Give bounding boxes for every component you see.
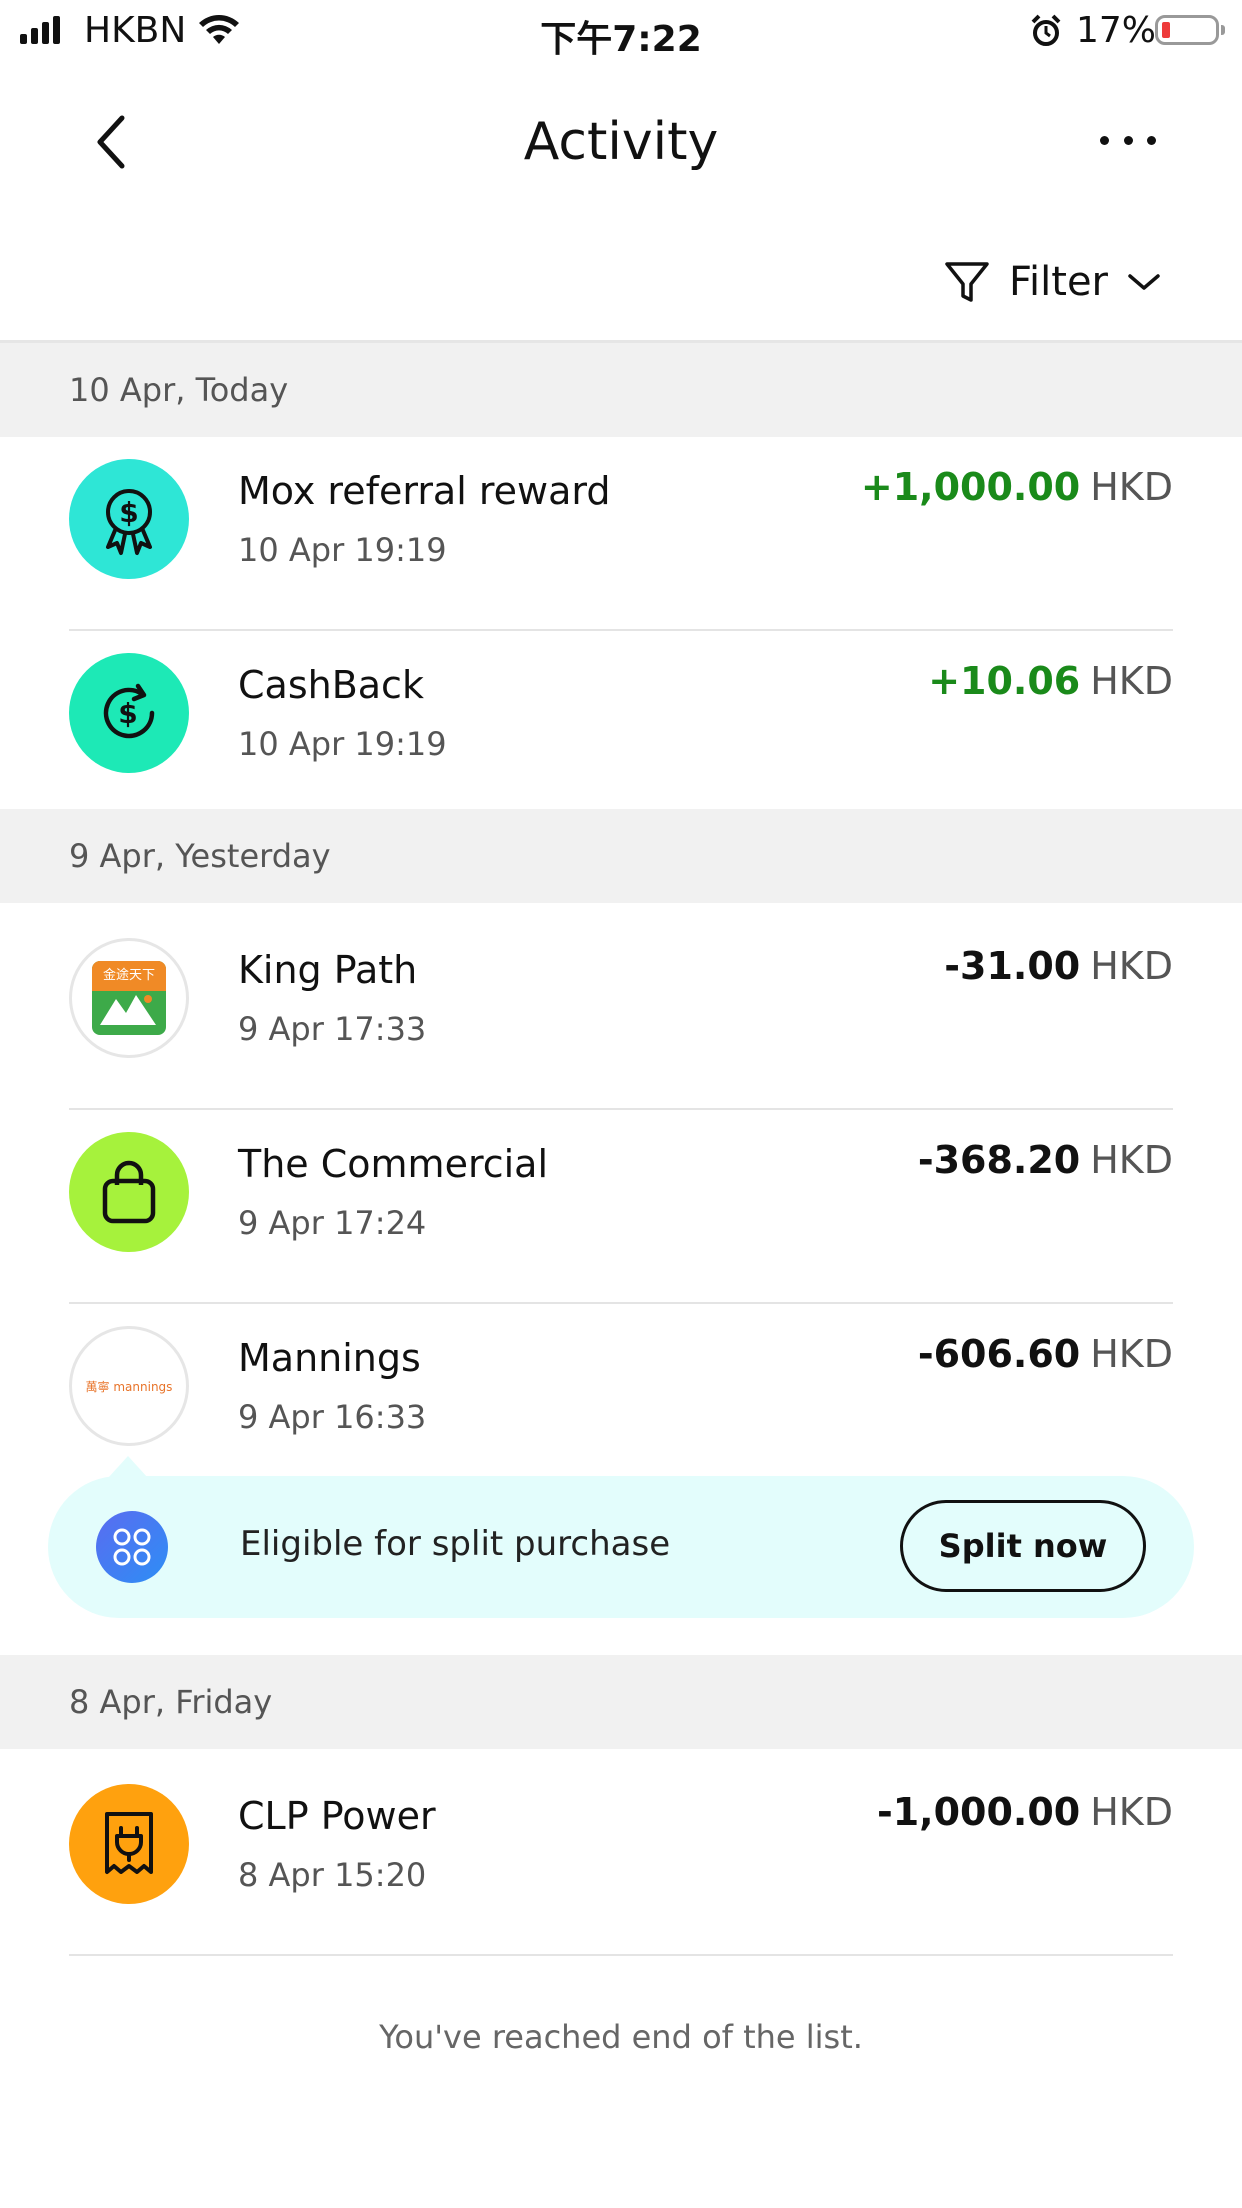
svg-text:$: $	[119, 496, 138, 529]
transaction-amount: -1,000.00 HKD	[876, 1790, 1173, 1834]
bill-plug-icon	[69, 1784, 189, 1904]
transaction-time: 10 Apr 19:19	[238, 531, 447, 569]
more-options-icon[interactable]	[1100, 128, 1156, 152]
split-purchase-banner: Eligible for split purchase Split now	[48, 1476, 1194, 1618]
alarm-icon	[1031, 14, 1061, 46]
section-header-today: 10 Apr, Today	[0, 343, 1242, 437]
transaction-time: 8 Apr 15:20	[238, 1856, 427, 1894]
svg-text:$: $	[118, 697, 137, 730]
mannings-logo: 萬寧 mannings	[69, 1326, 189, 1446]
battery-icon	[1155, 15, 1225, 45]
list-item[interactable]: The Commercial 9 Apr 17:24 -368.20 HKD	[0, 1110, 1242, 1304]
transaction-time: 9 Apr 16:33	[238, 1398, 427, 1436]
transaction-amount: -31.00 HKD	[944, 944, 1173, 988]
list-item[interactable]: 金途天下 King Path 9 Apr 17:33 -31.00 HKD	[0, 916, 1242, 1110]
section-header-yesterday: 9 Apr, Yesterday	[0, 809, 1242, 903]
split-now-button[interactable]: Split now	[900, 1500, 1146, 1592]
list-item[interactable]: CLP Power 8 Apr 15:20 -1,000.00 HKD	[0, 1762, 1242, 1956]
transaction-name: The Commercial	[238, 1142, 549, 1186]
chevron-down-icon	[1128, 274, 1160, 290]
transaction-amount: +10.06 HKD	[928, 659, 1173, 703]
filter-button[interactable]: Filter	[943, 254, 1162, 310]
transaction-time: 10 Apr 19:19	[238, 725, 447, 763]
status-bar: HKBN 下午7:22 17%	[0, 0, 1242, 62]
list-item[interactable]: 萬寧 mannings Mannings 9 Apr 16:33 -606.60…	[0, 1304, 1242, 1498]
page-title: Activity	[523, 112, 719, 172]
split-eligible-text: Eligible for split purchase	[240, 1524, 671, 1564]
battery-percent: 17%	[1076, 10, 1157, 51]
shopping-bag-icon	[69, 1132, 189, 1252]
kingpath-logo: 金途天下	[69, 938, 189, 1058]
end-of-list-text: You've reached end of the list.	[379, 2018, 863, 2056]
transaction-name: CLP Power	[238, 1794, 436, 1838]
transaction-time: 9 Apr 17:24	[238, 1204, 427, 1242]
transaction-name: Mannings	[238, 1336, 421, 1380]
filter-icon	[945, 262, 989, 302]
transaction-name: CashBack	[238, 663, 424, 707]
transaction-time: 9 Apr 17:33	[238, 1010, 427, 1048]
row-divider	[69, 1954, 1173, 1956]
transaction-name: King Path	[238, 948, 418, 992]
banner-pointer	[108, 1456, 148, 1478]
list-item[interactable]: $ Mox referral reward 10 Apr 19:19 +1,00…	[0, 437, 1242, 631]
filter-label: Filter	[1008, 259, 1108, 305]
transaction-amount: +1,000.00 HKD	[860, 465, 1173, 509]
svg-text:金途天下: 金途天下	[103, 967, 155, 983]
svg-text:萬寧 mannings: 萬寧 mannings	[86, 1379, 173, 1394]
cashback-icon: $	[69, 653, 189, 773]
section-header-friday: 8 Apr, Friday	[0, 1655, 1242, 1749]
transaction-amount: -368.20 HKD	[917, 1138, 1173, 1182]
reward-badge-icon: $	[69, 459, 189, 579]
list-item[interactable]: $ CashBack 10 Apr 19:19 +10.06 HKD	[0, 631, 1242, 825]
transaction-name: Mox referral reward	[238, 469, 611, 513]
transaction-amount: -606.60 HKD	[917, 1332, 1173, 1376]
split-icon	[96, 1511, 168, 1583]
